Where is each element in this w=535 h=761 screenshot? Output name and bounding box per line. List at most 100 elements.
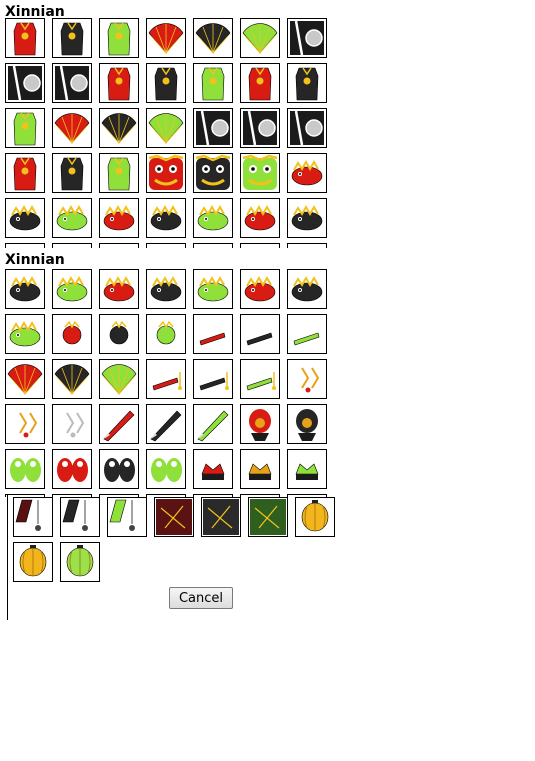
cancel-button[interactable]: Cancel <box>169 587 233 609</box>
item-tile-red-fan[interactable] <box>146 18 186 58</box>
item-tile-green-lion-pair[interactable] <box>146 449 186 489</box>
item-tile-black-robe[interactable] <box>52 153 92 193</box>
item-tile-red-brush[interactable] <box>99 404 139 444</box>
item-tile-green-pendant[interactable] <box>107 497 147 537</box>
item-tile-black-dress[interactable] <box>287 63 327 103</box>
item-tile-white-charm[interactable] <box>52 404 92 444</box>
item-tile-orange-lantern[interactable] <box>13 542 53 582</box>
red-hood-icon <box>249 409 271 441</box>
black-dragon-face-icon <box>291 204 323 231</box>
item-tile-black-panel[interactable] <box>193 108 233 148</box>
item-tile-orange-charm[interactable] <box>5 404 45 444</box>
item-tile-orange-charm[interactable] <box>287 359 327 399</box>
item-tile-green-cape[interactable] <box>248 497 288 537</box>
item-tile-black-fan[interactable] <box>193 18 233 58</box>
item-tile-green-dress[interactable] <box>193 63 233 103</box>
item-tile-partial[interactable] <box>193 243 233 248</box>
item-tile-green-dragon[interactable] <box>52 198 92 238</box>
green-cape-icon <box>250 499 286 535</box>
item-tile-red-lion-pair[interactable] <box>52 449 92 489</box>
item-tile-green-lantern[interactable] <box>60 542 100 582</box>
item-tile-green-small-head[interactable] <box>146 314 186 354</box>
item-tile-green-dress[interactable] <box>5 108 45 148</box>
item-tile-red-pendant[interactable] <box>13 497 53 537</box>
item-tile-red-dress[interactable] <box>240 63 280 103</box>
item-tile-green-dragon-head[interactable] <box>193 269 233 309</box>
item-tile-black-panel[interactable] <box>52 63 92 103</box>
item-tile-black-small-head[interactable] <box>99 314 139 354</box>
item-tile-red-dress[interactable] <box>5 18 45 58</box>
item-tile-orange-crown[interactable] <box>240 449 280 489</box>
item-tile-black-panel[interactable] <box>287 108 327 148</box>
item-tile-black-panel[interactable] <box>240 108 280 148</box>
item-tile-red-dragon-head[interactable] <box>99 198 139 238</box>
black-fan-icon <box>101 113 137 144</box>
black-panel-icon <box>290 20 324 56</box>
item-tile-black-dragon-face[interactable] <box>287 198 327 238</box>
item-tile-red-dragon-face[interactable] <box>240 269 280 309</box>
green-fan-icon <box>148 113 184 144</box>
item-tile-red-fan[interactable] <box>5 359 45 399</box>
item-tile-green-crown[interactable] <box>287 449 327 489</box>
item-tile-black-dragon[interactable] <box>5 198 45 238</box>
item-tile-black-cape[interactable] <box>201 497 241 537</box>
item-tile-green-stick-tassel[interactable] <box>240 359 280 399</box>
black-lion-pair-icon <box>104 458 135 482</box>
item-tile-partial[interactable] <box>52 243 92 248</box>
item-tile-red-robe[interactable] <box>5 153 45 193</box>
item-tile-red-fan[interactable] <box>52 108 92 148</box>
item-tile-partial[interactable] <box>146 243 186 248</box>
item-tile-partial[interactable] <box>287 243 327 248</box>
item-tile-black-dragon-face[interactable] <box>287 269 327 309</box>
item-tile-red-lion-mask[interactable] <box>146 153 186 193</box>
item-tile-red-crown[interactable] <box>193 449 233 489</box>
item-tile-green-dragon-face[interactable] <box>5 314 45 354</box>
item-tile-black-fan[interactable] <box>99 108 139 148</box>
green-dress-icon <box>107 22 131 56</box>
item-tile-black-brush[interactable] <box>146 404 186 444</box>
item-tile-green-dress[interactable] <box>99 18 139 58</box>
item-tile-partial[interactable] <box>99 243 139 248</box>
item-tile-green-fan[interactable] <box>240 18 280 58</box>
item-tile-partial[interactable] <box>240 243 280 248</box>
item-tile-red-dragon-face[interactable] <box>240 198 280 238</box>
item-tile-green-lion-mask[interactable] <box>240 153 280 193</box>
item-tile-black-stick-tassel[interactable] <box>193 359 233 399</box>
item-tile-black-dress[interactable] <box>52 18 92 58</box>
item-tile-black-panel[interactable] <box>287 18 327 58</box>
item-tile-black-lion-mask[interactable] <box>193 153 233 193</box>
item-tile-partial[interactable] <box>5 243 45 248</box>
item-tile-red-hood[interactable] <box>240 404 280 444</box>
item-tile-black-hood[interactable] <box>287 404 327 444</box>
item-tile-red-dress[interactable] <box>99 63 139 103</box>
item-tile-red-cape[interactable] <box>154 497 194 537</box>
item-tile-green-robe[interactable] <box>99 153 139 193</box>
item-tile-black-dragon-head[interactable] <box>146 198 186 238</box>
item-tile-black-lion-pair[interactable] <box>99 449 139 489</box>
item-tile-green-fan[interactable] <box>146 108 186 148</box>
item-tile-black-panel[interactable] <box>5 63 45 103</box>
item-tile-red-stick[interactable] <box>193 314 233 354</box>
item-tile-black-stick[interactable] <box>240 314 280 354</box>
item-tile-green-fan[interactable] <box>99 359 139 399</box>
item-tile-orange-lantern[interactable] <box>295 497 335 537</box>
item-tile-green-stick[interactable] <box>287 314 327 354</box>
item-tile-black-dress[interactable] <box>146 63 186 103</box>
item-tile-black-pendant[interactable] <box>60 497 100 537</box>
black-panel-icon <box>243 110 277 146</box>
item-tile-black-dragon[interactable] <box>5 269 45 309</box>
item-tile-red-small-head[interactable] <box>52 314 92 354</box>
item-tile-green-dragon-head[interactable] <box>193 198 233 238</box>
green-dragon-icon <box>56 204 88 231</box>
item-tile-black-dragon-head[interactable] <box>146 269 186 309</box>
item-tile-black-fan[interactable] <box>52 359 92 399</box>
item-tile-green-dragon[interactable] <box>52 269 92 309</box>
item-tile-green-lion-pair[interactable] <box>5 449 45 489</box>
green-pendant-icon <box>109 499 135 531</box>
section-title-2: Xinnian <box>5 252 65 268</box>
item-tile-red-stick-tassel[interactable] <box>146 359 186 399</box>
item-tile-green-brush[interactable] <box>193 404 233 444</box>
item-tile-red-dragon[interactable] <box>287 153 327 193</box>
item-tile-red-dragon-head[interactable] <box>99 269 139 309</box>
black-dragon-face-icon <box>291 275 323 302</box>
